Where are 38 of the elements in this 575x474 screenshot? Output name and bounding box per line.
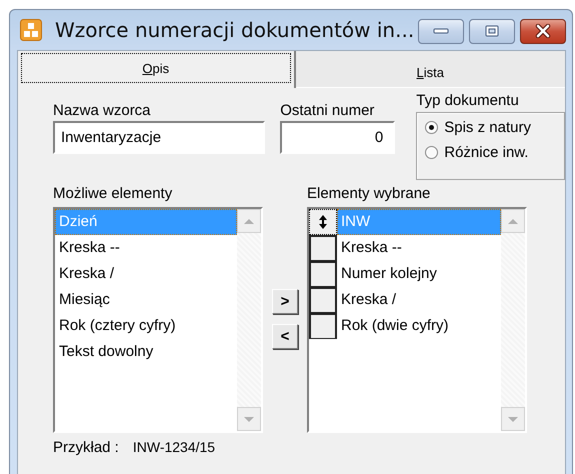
up-down-arrow-icon bbox=[318, 214, 328, 230]
list-item[interactable]: Kreska / bbox=[337, 287, 501, 313]
list-item[interactable]: Rok (cztery cyfry) bbox=[55, 313, 237, 339]
list-item[interactable]: Rok (dwie cyfry) bbox=[337, 313, 501, 339]
close-button[interactable] bbox=[520, 18, 566, 44]
field-label: Nazwa wzorca bbox=[53, 101, 152, 121]
list-item[interactable]: Kreska / bbox=[55, 261, 237, 287]
close-icon bbox=[535, 24, 551, 38]
move-button[interactable]: > bbox=[272, 289, 298, 314]
list-item[interactable]: Numer kolejny bbox=[337, 261, 501, 287]
list-item[interactable]: Tekst dowolny bbox=[55, 339, 237, 365]
list-item[interactable]: Kreska -- bbox=[55, 235, 237, 261]
row-handle[interactable] bbox=[309, 313, 337, 339]
minimize-icon bbox=[433, 27, 449, 35]
list-item[interactable]: Miesiąc bbox=[55, 287, 237, 313]
window-title: Wzorce numeracji dokumentów in... bbox=[55, 18, 414, 42]
example-value: INW-1234/15 bbox=[132, 439, 216, 456]
group-label: Typ dokumentu bbox=[416, 91, 520, 111]
name-input[interactable]: Inwentaryzacje bbox=[53, 121, 266, 154]
row-handle[interactable] bbox=[309, 261, 337, 287]
radio-option[interactable]: Spis z natury bbox=[425, 119, 564, 136]
row-handle[interactable] bbox=[309, 287, 337, 313]
row-handle[interactable] bbox=[309, 209, 337, 235]
app-icon bbox=[20, 19, 42, 41]
field-label: Ostatni numer bbox=[280, 101, 376, 121]
move-button[interactable]: < bbox=[272, 324, 298, 349]
list-label: Możliwe elementy bbox=[53, 184, 174, 204]
example-label: Przykład : bbox=[53, 439, 119, 456]
list-label: Elementy wybrane bbox=[307, 184, 432, 204]
maximize-button[interactable] bbox=[469, 18, 515, 44]
maximize-icon bbox=[484, 25, 500, 37]
list-item[interactable]: Kreska -- bbox=[337, 235, 501, 261]
tab[interactable]: Lista bbox=[296, 51, 565, 88]
radio-option[interactable]: Różnice inw. bbox=[425, 144, 564, 161]
row-handle[interactable] bbox=[309, 235, 337, 261]
tab[interactable]: Opis bbox=[18, 51, 296, 88]
number-input[interactable]: 0 bbox=[280, 121, 396, 154]
minimize-button[interactable] bbox=[418, 18, 464, 44]
